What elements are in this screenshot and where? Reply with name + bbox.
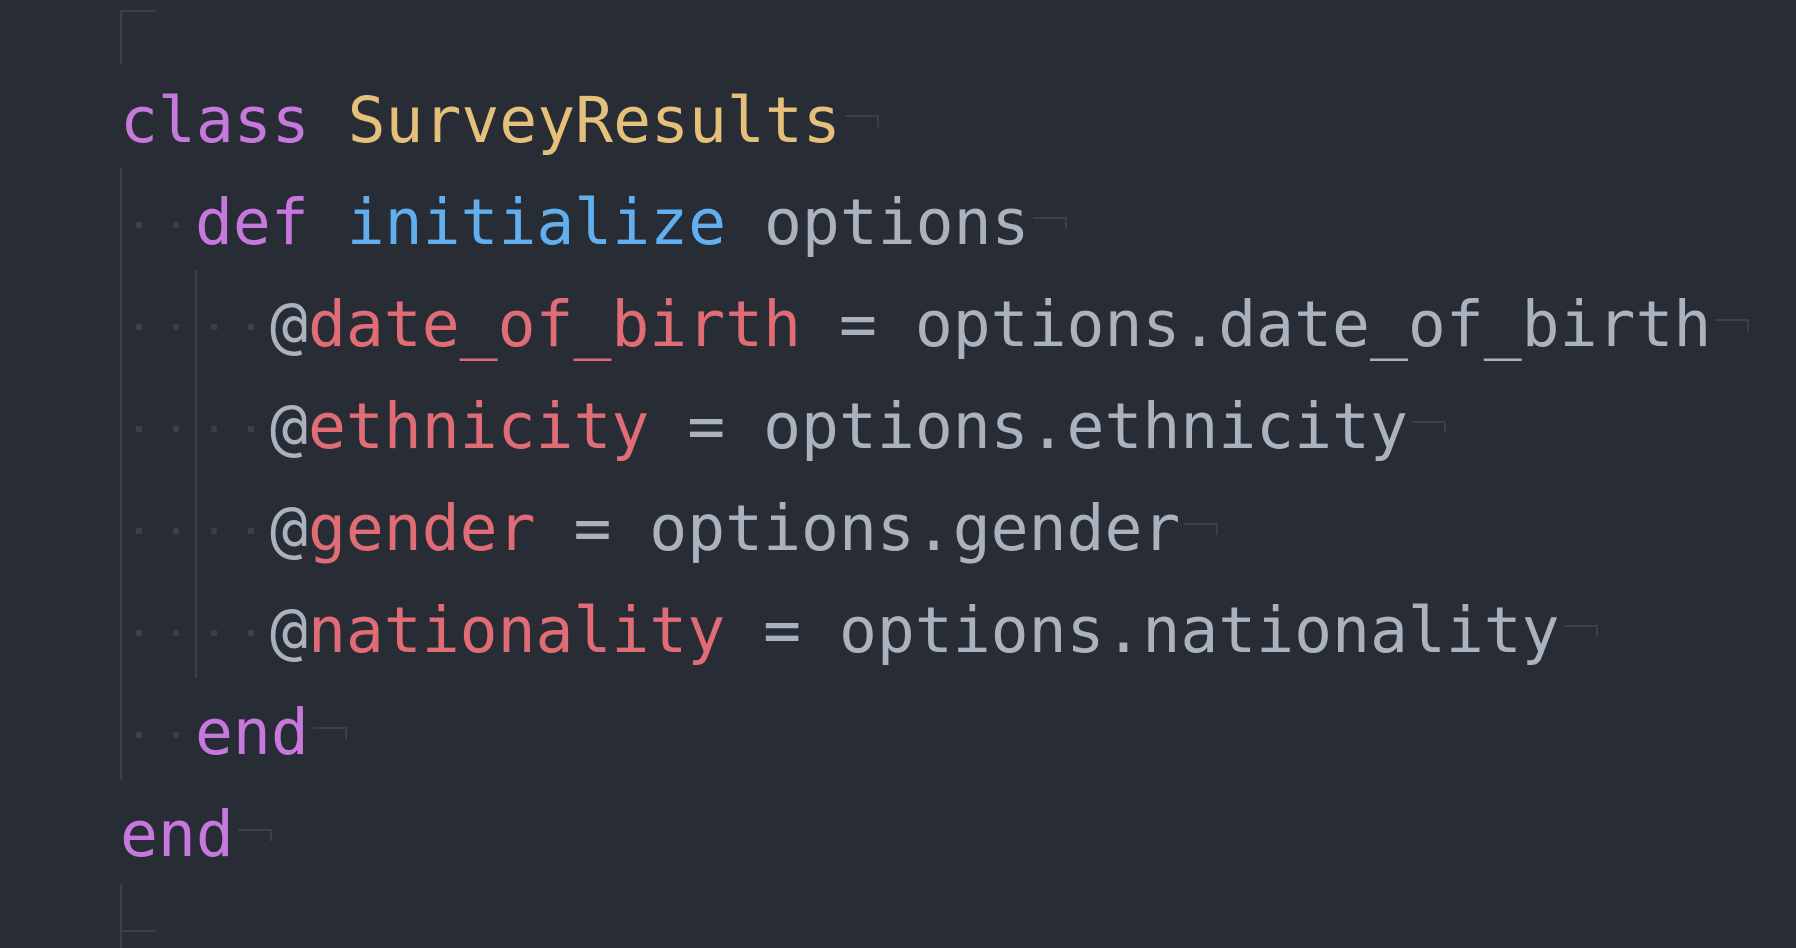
code-token: = options.gender xyxy=(535,492,1181,565)
end-of-line-marker xyxy=(1033,216,1071,237)
whitespace-dot xyxy=(173,426,180,432)
whitespace-dot xyxy=(173,528,180,534)
code-line[interactable]: @nationality = options.nationality xyxy=(0,580,1796,682)
code-text: @date_of_birth = options.date_of_birth xyxy=(270,274,1753,376)
code-token: date_of_birth xyxy=(307,288,802,361)
whitespace-dot xyxy=(173,630,180,636)
end-of-line-marker xyxy=(1184,522,1222,543)
code-token: = options.ethnicity xyxy=(649,390,1408,463)
code-line[interactable]: end xyxy=(0,784,1796,886)
whitespace-dot xyxy=(135,426,142,432)
end-of-line-marker xyxy=(237,828,276,849)
code-token: nationality xyxy=(307,594,726,667)
code-text: def initialize options xyxy=(195,172,1071,274)
code-token: SurveyResults xyxy=(347,84,841,157)
code-token: options xyxy=(726,186,1030,259)
code-token: @ xyxy=(270,594,308,667)
code-text: class SurveyResults xyxy=(120,70,883,172)
whitespace-dot xyxy=(135,732,142,738)
whitespace-dot xyxy=(173,732,180,738)
whitespace-dot xyxy=(210,528,217,534)
code-line[interactable]: def initialize options xyxy=(0,172,1796,274)
code-text: @nationality = options.nationality xyxy=(270,580,1602,682)
indent-guide-top xyxy=(120,10,122,64)
code-text: @ethnicity = options.ethnicity xyxy=(270,376,1450,478)
code-text: end xyxy=(120,784,276,886)
code-text: end xyxy=(195,682,351,784)
code-text: @gender = options.gender xyxy=(270,478,1222,580)
whitespace-dot xyxy=(248,426,255,432)
empty-line-marker-bottom xyxy=(120,930,156,946)
code-token: @ xyxy=(270,288,308,361)
end-of-line-marker xyxy=(1563,624,1602,645)
code-token: @ xyxy=(270,492,308,565)
code-token: @ xyxy=(270,390,308,463)
whitespace-dot xyxy=(248,630,255,636)
whitespace-dot xyxy=(173,222,180,228)
whitespace-dot xyxy=(210,426,217,432)
code-token: = options.date_of_birth xyxy=(801,288,1712,361)
whitespace-dot xyxy=(135,630,142,636)
whitespace-dot xyxy=(135,222,142,228)
whitespace-dot xyxy=(135,324,142,330)
whitespace-dot xyxy=(210,324,217,330)
code-line[interactable]: @date_of_birth = options.date_of_birth xyxy=(0,274,1796,376)
end-of-line-marker xyxy=(1715,318,1753,339)
end-of-line-marker xyxy=(844,114,883,135)
code-token: gender xyxy=(307,492,536,565)
code-token: initialize xyxy=(346,186,727,259)
end-of-line-marker xyxy=(312,726,351,747)
code-token: def xyxy=(195,186,309,259)
code-line[interactable]: @ethnicity = options.ethnicity xyxy=(0,376,1796,478)
empty-line-marker-top xyxy=(120,10,156,26)
whitespace-dot xyxy=(173,324,180,330)
code-line[interactable]: end xyxy=(0,682,1796,784)
whitespace-dot xyxy=(248,324,255,330)
whitespace-dot xyxy=(248,528,255,534)
whitespace-dot xyxy=(210,630,217,636)
code-line[interactable]: @gender = options.gender xyxy=(0,478,1796,580)
code-editor[interactable]: class SurveyResults def initialize option… xyxy=(0,0,1796,948)
end-of-line-marker xyxy=(1411,420,1450,441)
code-token: end xyxy=(120,798,234,871)
code-line[interactable]: class SurveyResults xyxy=(0,70,1796,172)
code-token: class xyxy=(120,84,310,157)
code-token: ethnicity xyxy=(307,390,650,463)
code-token: end xyxy=(195,696,309,769)
whitespace-dot xyxy=(135,528,142,534)
code-token: = options.nationality xyxy=(725,594,1560,667)
